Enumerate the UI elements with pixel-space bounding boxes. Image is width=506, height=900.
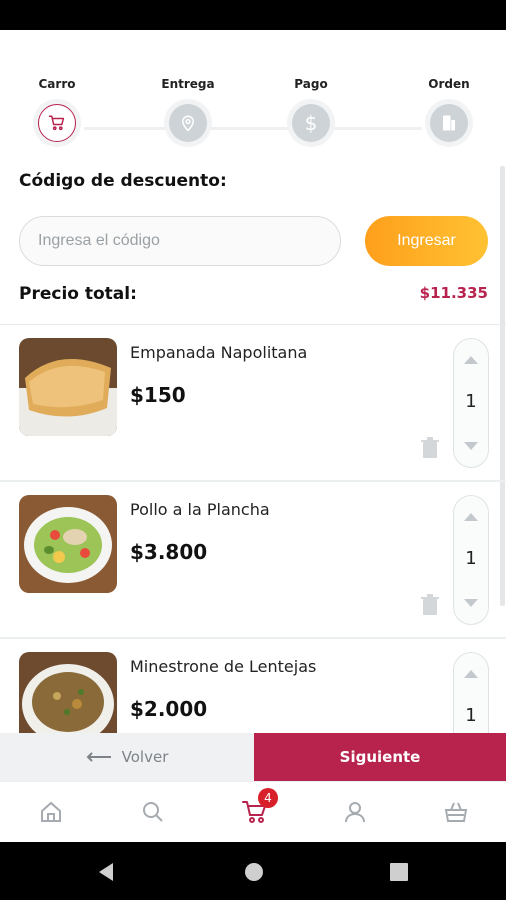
- item-name: Pollo a la Plancha: [130, 500, 270, 519]
- salad-photo: [19, 495, 117, 593]
- cart-icon: [38, 104, 76, 142]
- cart-item: Minestrone de Lentejas $2.000 1: [0, 639, 506, 734]
- search-icon[interactable]: [138, 797, 168, 827]
- step-label: Entrega: [161, 77, 215, 91]
- item-price: $3.800: [130, 540, 208, 564]
- step-label: Orden: [428, 77, 470, 91]
- bottom-tab-bar: 4: [0, 781, 506, 842]
- basket-icon[interactable]: [441, 797, 471, 827]
- dollar-icon: $: [292, 104, 330, 142]
- discount-code-input[interactable]: [19, 216, 341, 266]
- increase-button[interactable]: [454, 659, 488, 689]
- quantity-stepper[interactable]: 1: [453, 652, 489, 734]
- trash-icon[interactable]: [420, 594, 440, 616]
- quantity-value: 1: [465, 391, 477, 412]
- chevron-up-icon: [464, 513, 478, 521]
- cart-items-list: Empanada Napolitana $150 1 Pollo a la Pl…: [0, 324, 506, 734]
- home-nav-icon[interactable]: [244, 862, 264, 887]
- total-label: Precio total:: [19, 284, 137, 304]
- step-payment[interactable]: Pago $: [276, 77, 346, 147]
- step-label: Pago: [294, 77, 328, 91]
- checkout-nav-buttons: Volver Siguiente: [0, 733, 506, 781]
- stew-photo: [19, 652, 117, 734]
- item-name: Empanada Napolitana: [130, 343, 308, 362]
- step-order[interactable]: Orden: [414, 77, 484, 147]
- chevron-up-icon: [464, 356, 478, 364]
- steps-connector: [84, 127, 422, 130]
- decrease-button[interactable]: [454, 588, 488, 618]
- back-button[interactable]: Volver: [0, 733, 254, 781]
- home-icon[interactable]: [36, 797, 66, 827]
- total-value: $11.335: [419, 284, 488, 302]
- trash-icon[interactable]: [420, 437, 440, 459]
- chevron-down-icon: [464, 599, 478, 607]
- checkout-steps: Carro Entrega Pago $ Orden: [0, 30, 506, 160]
- app-screen: Carro Entrega Pago $ Orden Código de des…: [0, 30, 506, 842]
- cart-item: Empanada Napolitana $150 1: [0, 325, 506, 482]
- android-navigation-bar: [0, 842, 506, 900]
- cart-item: Pollo a la Plancha $3.800 1: [0, 482, 506, 639]
- quantity-value: 1: [465, 548, 477, 569]
- user-icon[interactable]: [340, 797, 370, 827]
- increase-button[interactable]: [454, 345, 488, 375]
- item-price: $2.000: [130, 697, 208, 721]
- item-price: $150: [130, 383, 186, 407]
- order-icon: [430, 104, 468, 142]
- step-delivery[interactable]: Entrega: [153, 77, 223, 147]
- next-button[interactable]: Siguiente: [254, 733, 506, 781]
- location-pin-icon: [169, 104, 207, 142]
- cart-badge: 4: [258, 788, 278, 808]
- recents-nav-icon[interactable]: [390, 863, 408, 886]
- back-label: Volver: [121, 748, 169, 766]
- item-name: Minestrone de Lentejas: [130, 657, 317, 676]
- increase-button[interactable]: [454, 502, 488, 532]
- decrease-button[interactable]: [454, 431, 488, 461]
- quantity-stepper[interactable]: 1: [453, 338, 489, 468]
- chevron-down-icon: [464, 442, 478, 450]
- step-label: Carro: [38, 77, 76, 91]
- back-nav-icon[interactable]: [97, 862, 115, 887]
- chevron-up-icon: [464, 670, 478, 678]
- quantity-value: 1: [465, 705, 477, 726]
- status-bar: [0, 0, 506, 30]
- empanada-photo: [19, 338, 117, 436]
- step-cart[interactable]: Carro: [22, 77, 92, 147]
- quantity-stepper[interactable]: 1: [453, 495, 489, 625]
- arrow-left-icon: [86, 752, 111, 762]
- apply-code-button[interactable]: Ingresar: [365, 216, 488, 266]
- discount-title: Código de descuento:: [19, 171, 227, 191]
